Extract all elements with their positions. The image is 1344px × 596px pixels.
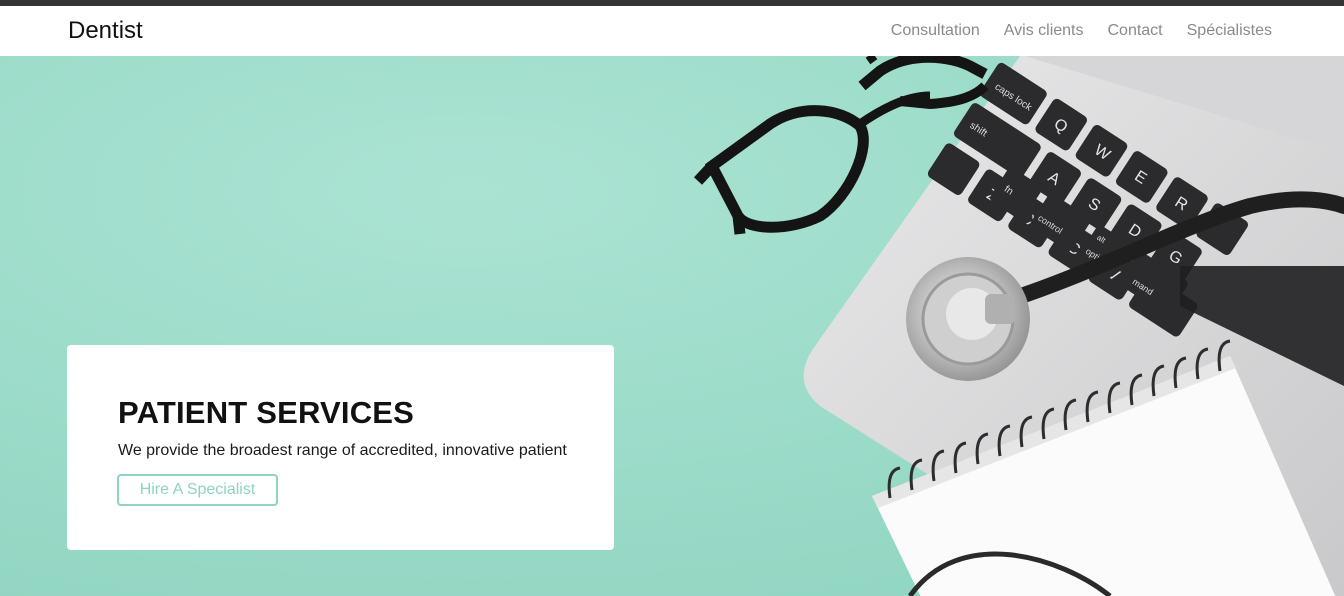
card-description: We provide the broadest range of accredi… — [118, 442, 567, 459]
navbar: Dentist Consultation Avis clients Contac… — [0, 6, 1344, 56]
brand-logo[interactable]: Dentist — [68, 17, 143, 45]
nav-link-specialistes[interactable]: Spécialistes — [1187, 22, 1272, 40]
nav-link-contact[interactable]: Contact — [1107, 22, 1162, 40]
hero-section: caps lock shift Q W E R A S D Z X C V B … — [0, 56, 1344, 596]
nav-links: Consultation Avis clients Contact Spécia… — [891, 22, 1272, 40]
patient-services-card: PATIENT SERVICES We provide the broadest… — [67, 345, 614, 550]
hire-specialist-button[interactable]: Hire A Specialist — [117, 474, 278, 506]
card-title: PATIENT SERVICES — [118, 395, 415, 430]
nav-link-avis-clients[interactable]: Avis clients — [1004, 22, 1084, 40]
nav-link-consultation[interactable]: Consultation — [891, 22, 980, 40]
